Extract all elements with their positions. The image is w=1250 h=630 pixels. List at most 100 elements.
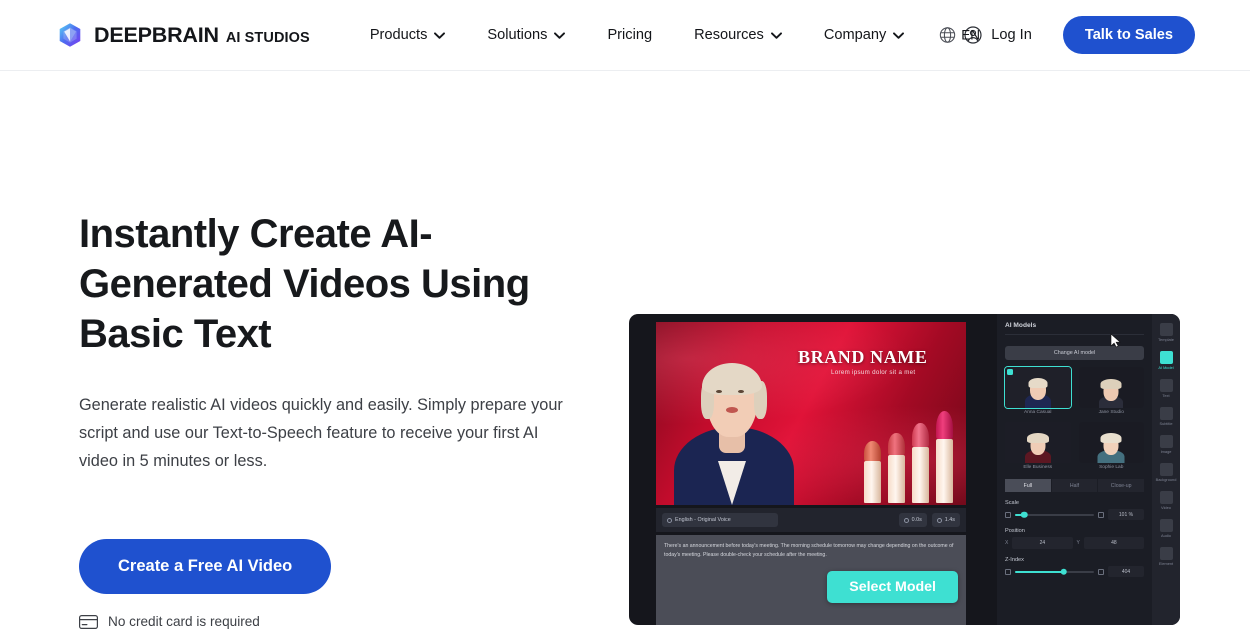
zindex-label: Z-Index xyxy=(1005,557,1024,563)
model-card[interactable]: Jane Studio xyxy=(1078,367,1144,415)
segment-full[interactable]: Full xyxy=(1005,479,1051,492)
talk-to-sales-button[interactable]: Talk to Sales xyxy=(1062,16,1195,54)
audio-icon xyxy=(1159,519,1173,532)
brand-name: DEEPBRAIN xyxy=(94,22,219,47)
timer-icon xyxy=(936,517,942,523)
lipstick-product xyxy=(936,411,953,503)
video-stage[interactable]: BRAND NAME Lorem ipsum dolor sit a met xyxy=(656,322,966,505)
language-value: EN xyxy=(961,27,981,43)
hero-content: Instantly Create AI-Generated Videos Usi… xyxy=(79,71,609,629)
stage-brand-tagline: Lorem ipsum dolor sit a met xyxy=(831,369,916,376)
model-thumbnail xyxy=(1004,366,1072,409)
language-selector[interactable]: EN xyxy=(939,27,980,44)
no-credit-card-note: No credit card is required xyxy=(79,614,609,629)
rail-label: Audio xyxy=(1161,533,1171,538)
position-y-value[interactable]: 48 xyxy=(1083,537,1144,549)
start-time-label: 0.0s xyxy=(911,517,922,523)
site-header: DEEPBRAIN AI STUDIOS Products Solutions … xyxy=(0,0,1250,71)
select-model-button[interactable]: Select Model xyxy=(827,571,958,603)
text-icon xyxy=(1159,379,1173,392)
zindex-slider[interactable] xyxy=(1015,568,1094,575)
rail-item-background[interactable]: Background xyxy=(1153,460,1179,485)
globe-icon xyxy=(940,27,956,43)
segment-closeup[interactable]: Close-up xyxy=(1098,479,1145,492)
rail-item-ai-model[interactable]: AI Model xyxy=(1153,348,1179,373)
model-label: Sophie Lab xyxy=(1099,465,1124,470)
script-editor[interactable]: There's an announcement before today's m… xyxy=(656,535,966,625)
image-icon xyxy=(1159,435,1173,448)
rail-label: Subtitle xyxy=(1159,421,1173,426)
element-icon xyxy=(1159,547,1173,560)
model-card[interactable]: Elle Business xyxy=(1005,422,1071,470)
nav-item-solutions[interactable]: Solutions xyxy=(487,27,566,43)
nav-label: Pricing xyxy=(607,27,653,43)
rail-item-image[interactable]: Image xyxy=(1153,432,1179,457)
brand-logo[interactable]: DEEPBRAIN AI STUDIOS xyxy=(57,22,310,48)
nav-label: Solutions xyxy=(487,27,548,43)
rail-label: Image xyxy=(1160,449,1172,454)
zindex-front-icon xyxy=(1098,568,1104,575)
position-control: X 24 Y 48 xyxy=(1005,537,1144,549)
rail-item-subtitle[interactable]: Subtitle xyxy=(1153,404,1179,429)
position-y-axis-label: Y xyxy=(1076,540,1080,546)
segment-half[interactable]: Half xyxy=(1051,479,1098,492)
no-credit-card-label: No credit card is required xyxy=(108,614,260,629)
rail-item-text[interactable]: Text xyxy=(1153,376,1179,401)
scale-small-icon xyxy=(1005,511,1011,518)
rail-label: Video xyxy=(1161,505,1171,510)
rail-item-element[interactable]: Element xyxy=(1153,544,1179,569)
subtitle-icon xyxy=(1159,407,1173,420)
model-card[interactable]: Anna Casual xyxy=(1004,366,1072,415)
header-actions: EN Log In Talk to Sales xyxy=(920,16,1195,54)
crop-segmented-control: Full Half Close-up xyxy=(1005,479,1145,492)
editor-tool-rail: Template AI Model Text Subtitle Image Ba… xyxy=(1152,314,1180,625)
change-ai-model-button[interactable]: Change AI model xyxy=(1005,346,1144,360)
zindex-control: 404 xyxy=(1005,566,1144,577)
ai-presenter-avatar xyxy=(668,333,800,505)
rail-label: Background xyxy=(1155,477,1177,482)
nav-item-resources[interactable]: Resources xyxy=(694,27,782,43)
chevron-down-icon xyxy=(770,31,782,39)
duration-chip[interactable]: 1.4s xyxy=(931,513,960,527)
scale-label: Scale xyxy=(1005,500,1019,506)
scale-large-icon xyxy=(1098,511,1104,518)
script-text: There's an announcement before today's m… xyxy=(664,543,954,558)
create-free-ai-video-button[interactable]: Create a Free AI Video xyxy=(79,539,332,594)
panel-divider xyxy=(1005,334,1144,335)
panel-title: AI Models xyxy=(1005,322,1037,329)
rail-item-video[interactable]: Video xyxy=(1153,488,1179,513)
zindex-back-icon xyxy=(1005,568,1011,575)
chevron-down-icon xyxy=(434,31,446,39)
rail-item-template[interactable]: Template xyxy=(1153,320,1179,345)
position-x-value[interactable]: 24 xyxy=(1012,537,1073,549)
model-label: Elle Business xyxy=(1023,465,1053,470)
lipstick-product xyxy=(912,423,929,503)
start-time-chip[interactable]: 0.0s xyxy=(898,513,927,527)
model-thumbnail xyxy=(1005,422,1071,463)
model-thumbnail xyxy=(1078,422,1144,463)
mouse-cursor-icon xyxy=(1110,333,1121,348)
voice-chip-label: English - Original Voice xyxy=(675,517,731,523)
nav-item-company[interactable]: Company xyxy=(824,27,905,43)
nav-item-products[interactable]: Products xyxy=(370,27,446,43)
voice-chip[interactable]: English - Original Voice xyxy=(662,513,778,527)
scale-value[interactable]: 101 % xyxy=(1108,509,1144,520)
stage-brand-name: BRAND NAME xyxy=(798,347,928,367)
duration-label: 1.4s xyxy=(944,517,955,523)
editor-preview: BRAND NAME Lorem ipsum dolor sit a met E… xyxy=(629,314,1180,625)
scale-slider[interactable] xyxy=(1015,511,1094,518)
rail-label: Text xyxy=(1162,393,1170,398)
video-editor-mockup: BRAND NAME Lorem ipsum dolor sit a met E… xyxy=(629,314,1180,625)
rail-label: AI Model xyxy=(1158,365,1174,370)
rail-item-audio[interactable]: Audio xyxy=(1153,516,1179,541)
scale-control: 101 % xyxy=(1005,509,1144,520)
model-label: Jane Studio xyxy=(1098,410,1124,415)
nav-item-pricing[interactable]: Pricing xyxy=(607,27,652,43)
video-icon xyxy=(1159,491,1173,504)
lipstick-product xyxy=(864,441,881,503)
model-card[interactable]: Sophie Lab xyxy=(1078,422,1144,470)
zindex-value[interactable]: 404 xyxy=(1108,566,1144,577)
editor-canvas-column: BRAND NAME Lorem ipsum dolor sit a met E… xyxy=(629,314,997,625)
position-label: Position xyxy=(1005,528,1025,534)
login-label: Log In xyxy=(991,27,1032,43)
